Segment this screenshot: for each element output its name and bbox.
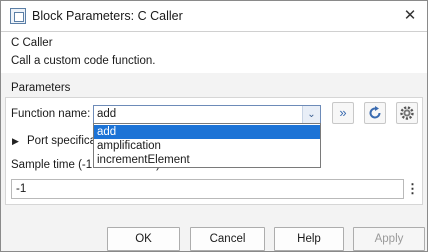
window-title: Block Parameters: C Caller xyxy=(32,9,183,23)
refresh-icon[interactable] xyxy=(364,102,386,124)
function-name-dropdown-list: add amplification incrementElement xyxy=(93,123,321,168)
gear-icon[interactable] xyxy=(396,102,418,124)
simulink-block-icon xyxy=(10,8,26,24)
title-bar: Block Parameters: C Caller ✕ xyxy=(1,1,427,31)
dialog-window: Block Parameters: C Caller ✕ C Caller Ca… xyxy=(0,0,428,252)
sample-time-value: -1 xyxy=(16,183,27,195)
dropdown-option-incrementelement[interactable]: incrementElement xyxy=(94,153,320,167)
dropdown-option-amplification[interactable]: amplification xyxy=(94,139,320,153)
chevron-down-icon[interactable]: ⌄ xyxy=(302,106,320,123)
close-icon[interactable]: ✕ xyxy=(401,7,419,25)
block-description: Call a custom code function. xyxy=(11,55,156,67)
expand-triangle-icon[interactable]: ▶ xyxy=(12,136,19,147)
function-name-select[interactable]: add ⌄ xyxy=(93,105,321,124)
function-name-label: Function name: xyxy=(11,108,91,120)
cancel-button[interactable]: Cancel xyxy=(190,227,265,251)
help-button[interactable]: Help xyxy=(274,227,344,251)
apply-button[interactable]: Apply xyxy=(353,227,425,251)
block-description-pane: C Caller Call a custom code function. xyxy=(1,31,427,73)
parameters-section-label: Parameters xyxy=(11,82,71,94)
ok-button[interactable]: OK xyxy=(107,227,180,251)
dropdown-option-add[interactable]: add xyxy=(94,125,320,139)
port-specification-toggle[interactable]: Port specification xyxy=(27,135,93,147)
function-name-value: add xyxy=(97,108,117,120)
sample-time-input[interactable]: -1 xyxy=(11,179,404,199)
block-type-name: C Caller xyxy=(11,37,53,49)
more-vertical-icon[interactable]: ⋮ xyxy=(406,179,419,199)
double-chevron-right-icon[interactable]: » xyxy=(332,102,354,124)
